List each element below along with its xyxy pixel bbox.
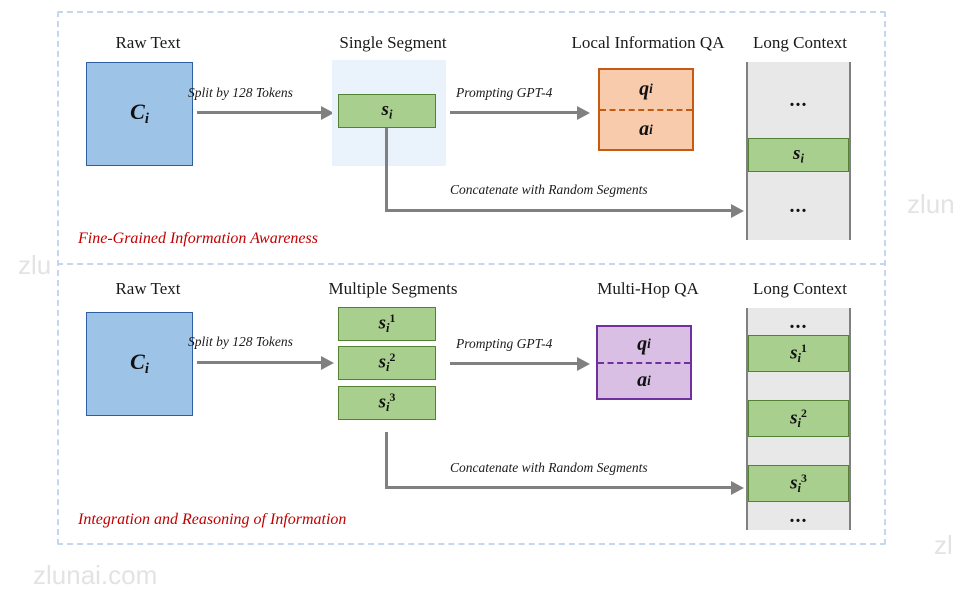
top-segment-box: si	[338, 94, 436, 128]
top-qa-question: qi	[600, 70, 692, 111]
bottom-lc-cell-gap-2	[748, 437, 849, 465]
bottom-segment-box-3: si3	[338, 386, 436, 420]
bottom-lc-cell-ellipsis-2: ...	[748, 502, 849, 530]
bottom-lc-cell-segment-1: si1	[748, 335, 849, 372]
top-qa-title: Local Information QA	[571, 33, 725, 52]
figure-diagram: Raw Text Single Segment Local Informatio…	[0, 0, 955, 605]
top-prompt-arrow-label: Prompting GPT-4	[456, 85, 553, 100]
top-lc-cell-segment: si	[748, 138, 849, 172]
bottom-segment-label-3: si3	[378, 391, 396, 414]
top-lc-segment-label: si	[793, 143, 804, 166]
top-qa-answer: ai	[639, 118, 653, 141]
top-segment-title: Single Segment	[339, 33, 447, 52]
bottom-prompt-arrow-label: Prompting GPT-4	[456, 336, 553, 351]
watermark-bottom-left: zlunai.com	[33, 560, 158, 590]
bottom-lc-cell-ellipsis-1: ...	[748, 308, 849, 335]
bottom-split-arrow-label: Split by 128 Tokens	[188, 334, 293, 349]
bottom-lc-cell-segment-3: si3	[748, 465, 849, 502]
bottom-lc-cell-gap-1	[748, 372, 849, 400]
top-split-arrow-line	[197, 111, 322, 114]
top-split-arrow-label: Split by 128 Tokens	[188, 85, 293, 100]
bottom-lc-segment-label-1: si1	[790, 341, 807, 365]
bottom-qa-title: Multi-Hop QA	[597, 279, 699, 298]
bottom-split-arrow-line	[197, 361, 322, 364]
bottom-raw-text-label: Ci	[130, 349, 149, 378]
top-segment-label: si	[381, 99, 393, 122]
top-raw-text-box: Ci	[86, 62, 193, 166]
top-concat-elbow-horizontal	[385, 209, 733, 212]
top-lc-dots-1: ...	[789, 89, 808, 111]
top-long-context-stack: ... si ...	[746, 62, 851, 240]
bottom-long-context-stack: ... si1 si2 si3 ...	[746, 308, 851, 530]
top-raw-text-title: Raw Text	[115, 33, 181, 52]
bottom-lc-segment-label-2: si2	[790, 406, 807, 430]
panel-divider	[57, 263, 886, 265]
bottom-segment-box-2: si2	[338, 346, 436, 380]
bottom-concat-elbow-vertical	[385, 432, 388, 489]
bottom-concat-elbow-horizontal	[385, 486, 733, 489]
bottom-segment-title: Multiple Segments	[328, 279, 458, 298]
bottom-lc-segment-label-3: si3	[790, 471, 807, 495]
bottom-concat-arrow-label: Concatenate with Random Segments	[450, 460, 648, 475]
watermark-bottom-right: zl	[934, 530, 953, 560]
top-concat-arrow-head	[731, 203, 744, 218]
bottom-long-context-title: Long Context	[753, 279, 847, 298]
top-qa-box: qi ai	[598, 68, 694, 151]
bottom-panel-caption: Integration and Reasoning of Information	[78, 511, 347, 528]
bottom-segment-box-1: si1	[338, 307, 436, 341]
top-lc-cell-ellipsis-1: ...	[748, 62, 849, 138]
top-long-context-title: Long Context	[753, 33, 847, 52]
bottom-prompt-arrow-line	[450, 362, 578, 365]
bottom-split-arrow-head	[321, 355, 334, 370]
top-concat-elbow-vertical	[385, 128, 388, 212]
bottom-qa-box: qi ai	[596, 325, 692, 400]
bottom-qa-answer: ai	[637, 369, 651, 392]
bottom-segment-label-1: si1	[378, 312, 396, 335]
watermark-left: zlu	[18, 250, 52, 280]
top-lc-cell-ellipsis-2: ...	[748, 172, 849, 240]
top-raw-text-label: Ci	[130, 99, 149, 128]
top-prompt-arrow-head	[577, 105, 590, 120]
top-panel-caption: Fine-Grained Information Awareness	[78, 230, 318, 247]
bottom-lc-cell-segment-2: si2	[748, 400, 849, 437]
bottom-raw-text-title: Raw Text	[115, 279, 181, 298]
top-lc-dots-2: ...	[789, 195, 808, 217]
watermark-right-upper: zlun	[907, 189, 955, 219]
bottom-raw-text-box: Ci	[86, 312, 193, 416]
bottom-prompt-arrow-head	[577, 356, 590, 371]
bottom-segment-label-2: si2	[378, 351, 396, 374]
top-prompt-arrow-line	[450, 111, 578, 114]
top-concat-arrow-label: Concatenate with Random Segments	[450, 182, 648, 197]
bottom-lc-dots-1: ...	[789, 310, 808, 333]
bottom-qa-question: qi	[598, 327, 690, 364]
bottom-concat-arrow-head	[731, 480, 744, 495]
bottom-lc-dots-2: ...	[789, 505, 808, 527]
